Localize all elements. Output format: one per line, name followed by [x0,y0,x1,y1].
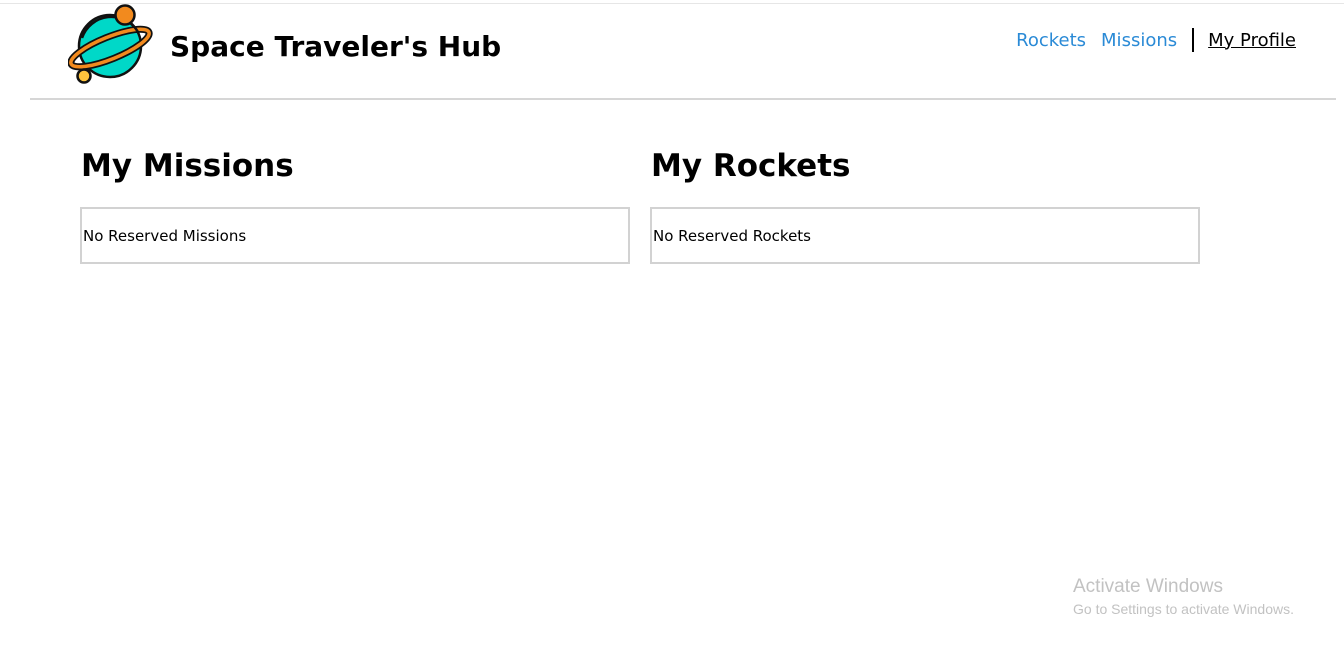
watermark-title: Activate Windows [1073,576,1223,597]
site-title: Space Traveler's Hub [170,30,502,63]
nav-divider [1192,28,1195,52]
watermark-subtitle: Go to Settings to activate Windows. [1073,601,1294,617]
planet-logo-icon [68,4,153,84]
my-missions-section: My Missions No Reserved Missions [80,145,630,264]
my-rockets-heading: My Rockets [651,148,851,184]
nav-link-my-profile[interactable]: My Profile [1208,30,1296,51]
my-missions-heading: My Missions [81,148,294,184]
rockets-list-box: No Reserved Rockets [650,207,1200,264]
my-rockets-section: My Rockets No Reserved Rockets [650,145,1200,264]
missions-list-box: No Reserved Missions [80,207,630,264]
site-header: Space Traveler's Hub Rockets Missions My… [30,0,1336,100]
nav-link-rockets[interactable]: Rockets [1016,30,1086,51]
nav-link-missions[interactable]: Missions [1101,30,1177,51]
activate-windows-watermark: Activate Windows Go to Settings to activ… [1073,576,1294,620]
missions-empty-message: No Reserved Missions [83,226,247,245]
main-nav: Rockets Missions My Profile [1016,28,1296,52]
rockets-empty-message: No Reserved Rockets [653,226,811,245]
